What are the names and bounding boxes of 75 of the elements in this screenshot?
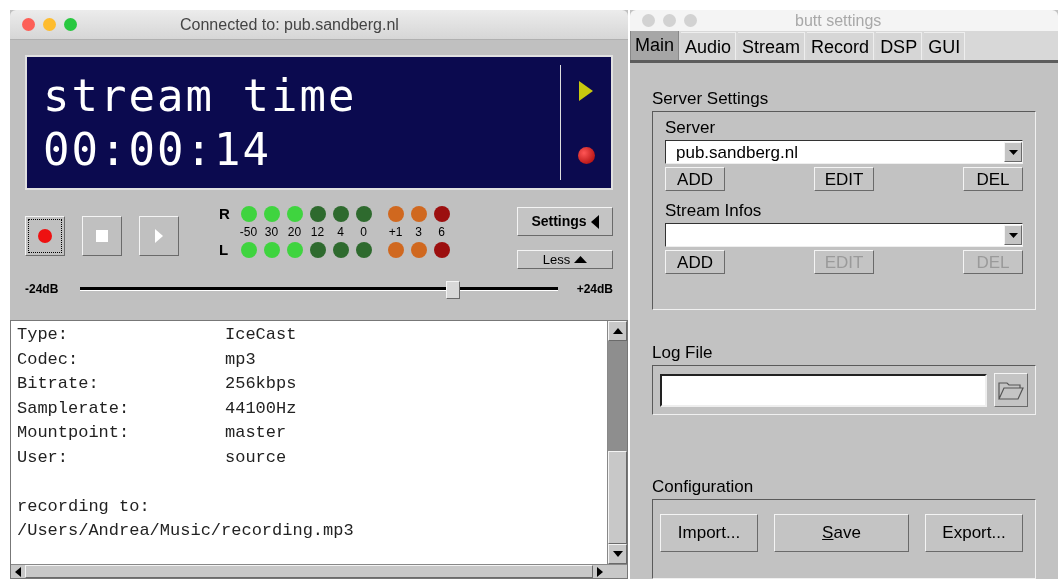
dialog-button[interactable]: ADD <box>665 250 725 274</box>
dialog-button[interactable]: DEL <box>963 167 1023 191</box>
settings-tab[interactable]: Stream <box>738 32 806 60</box>
play-icon <box>155 229 163 243</box>
recording-path: /Users/Andrea/Music/recording.mp3 <box>17 520 355 542</box>
settings-button[interactable]: Settings <box>517 207 613 236</box>
settings-tab[interactable]: GUI <box>924 32 966 60</box>
gain-min-label: -24dB <box>25 281 60 298</box>
meter-scale-label: 4 <box>336 226 345 238</box>
display-time: 00:00:14 <box>43 123 272 177</box>
channel-label: R <box>219 203 231 224</box>
vertical-scrollbar[interactable] <box>607 321 627 564</box>
display-line: stream time <box>43 69 358 123</box>
config-button[interactable]: Save <box>774 514 909 552</box>
log-file-field[interactable] <box>660 373 987 407</box>
scroll-left-icon <box>15 566 21 577</box>
info-label: Mountpoint: <box>17 422 131 444</box>
triangle-up-icon <box>574 256 588 263</box>
stop-button[interactable] <box>82 216 122 256</box>
window-title: Connected to: pub.sandberg.nl <box>180 14 399 35</box>
folder-icon <box>998 380 1024 400</box>
caret-icon <box>1008 149 1018 155</box>
meter-scale-label: 0 <box>359 226 368 238</box>
triangle-left-icon <box>590 214 599 229</box>
section-title: Configuration <box>652 477 755 497</box>
dialog-button[interactable]: EDIT <box>814 167 874 191</box>
window-title: butt settings <box>795 10 882 31</box>
meter-scale-label: 30 <box>263 226 280 238</box>
horizontal-scrollbar[interactable] <box>11 564 627 578</box>
record-indicator-icon <box>577 147 595 164</box>
channel-label: L <box>219 239 230 260</box>
stream-infos-dropdown[interactable] <box>665 223 1023 247</box>
meter-scale-label: 6 <box>437 226 446 238</box>
meter-scale-label: 12 <box>309 226 326 238</box>
info-value: mp3 <box>225 348 256 371</box>
info-label: Bitrate: <box>17 373 100 395</box>
info-label: Type: <box>17 324 69 346</box>
slider-thumb[interactable] <box>445 281 460 299</box>
recording-label: recording to: <box>17 495 151 518</box>
caret-icon <box>1008 232 1018 238</box>
config-button[interactable]: Import... <box>660 514 758 552</box>
server-dropdown[interactable]: pub.sandberg.nl <box>665 140 1023 164</box>
info-value: IceCast <box>225 324 297 346</box>
meter-scale-label: 20 <box>286 226 303 238</box>
stop-icon <box>96 230 108 242</box>
settings-tab[interactable]: Record <box>807 32 875 60</box>
field-label: Stream Infos <box>665 201 763 221</box>
meter-scale-label: -50 <box>238 226 259 238</box>
info-value: source <box>225 446 287 469</box>
section-title: Log File <box>652 343 714 363</box>
config-button[interactable]: Export... <box>925 514 1023 552</box>
gain-slider[interactable] <box>80 281 558 297</box>
scroll-down-icon <box>612 551 623 557</box>
info-label: User: <box>17 446 69 469</box>
info-value: 44100Hz <box>225 397 297 420</box>
meter-scale-label: 3 <box>414 226 423 238</box>
browse-button[interactable] <box>994 373 1028 407</box>
info-label: Codec: <box>17 348 80 371</box>
scroll-right-icon <box>597 566 603 577</box>
scroll-up-icon <box>612 328 623 334</box>
meter-scale-label: +1 <box>387 226 404 238</box>
section-title: Server Settings <box>652 89 770 109</box>
record-icon <box>38 229 52 243</box>
dialog-button[interactable]: ADD <box>665 167 725 191</box>
gain-max-label: +24dB <box>575 281 613 298</box>
info-value: master <box>225 422 287 444</box>
info-label: Samplerate: <box>17 397 131 420</box>
play-button[interactable] <box>139 216 179 256</box>
field-label: Server <box>665 118 717 138</box>
settings-tab[interactable]: DSP <box>876 32 923 60</box>
info-value: 256kbps <box>225 373 297 395</box>
record-button[interactable] <box>25 216 65 256</box>
less-button[interactable]: Less <box>517 250 613 269</box>
play-indicator-icon <box>579 81 593 101</box>
settings-tab[interactable]: Audio <box>681 32 737 60</box>
